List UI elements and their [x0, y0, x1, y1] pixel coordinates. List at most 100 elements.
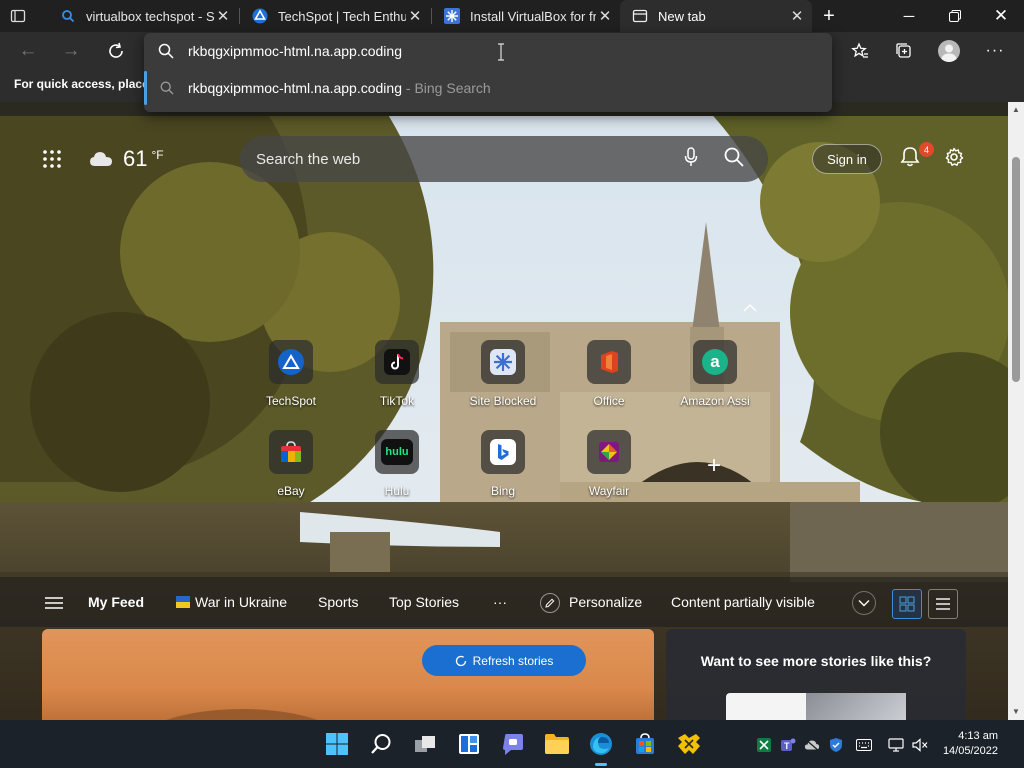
cloud-icon [90, 152, 112, 166]
tab-close-button[interactable]: ✕ [214, 7, 232, 25]
scroll-down-arrow[interactable]: ▼ [1008, 707, 1024, 716]
grid-layout-button[interactable] [892, 589, 922, 619]
feed-menu-button[interactable] [45, 596, 63, 610]
favorites-button[interactable] [843, 34, 877, 68]
add-quick-link-button[interactable]: + [702, 454, 726, 478]
refresh-icon [455, 655, 466, 666]
network-icon[interactable] [888, 737, 904, 753]
address-bar-dropdown: rkbqgxipmmoc-html.na.app.coding rkbqgxip… [144, 33, 832, 112]
quick-link-techspot[interactable]: TechSpot [245, 340, 337, 408]
search-icon [160, 81, 174, 95]
content-visibility-dropdown[interactable]: Content partially visible [671, 594, 815, 610]
microsoft-store-button[interactable] [629, 728, 661, 760]
tab-close-button[interactable]: ✕ [596, 7, 614, 25]
suggestion-source: - Bing Search [402, 80, 491, 96]
page-settings-button[interactable] [944, 147, 966, 169]
quick-link-hulu[interactable]: hulu Hulu [351, 430, 443, 498]
taskbar-search-button[interactable] [365, 728, 397, 760]
microphone-icon[interactable] [684, 146, 698, 172]
tray-teams-icon[interactable]: T [780, 737, 796, 753]
more-stories-card: Want to see more stories like this? [666, 629, 966, 720]
restore-button[interactable] [932, 0, 978, 32]
store-icon [636, 733, 654, 754]
volume-muted-icon[interactable] [912, 737, 928, 753]
arrow-left-icon: ← [18, 40, 38, 61]
weather-widget[interactable]: 61 °F [89, 144, 164, 174]
minimize-button[interactable]: ─ [886, 0, 932, 32]
hamburger-icon [45, 597, 63, 609]
app-launcher-button[interactable] [42, 149, 62, 169]
weather-unit: °F [151, 148, 164, 162]
quick-link-label: Office [593, 394, 625, 408]
close-window-button[interactable]: ✕ [978, 0, 1024, 32]
refresh-button[interactable] [99, 34, 133, 68]
quick-link-label: Hulu [384, 484, 410, 498]
tab-title: TechSpot | Tech Enthusi [278, 8, 406, 24]
pinned-app-button[interactable] [673, 728, 705, 760]
quick-link-bing[interactable]: Bing [457, 430, 549, 498]
tab-title: Install VirtualBox for fre [470, 8, 596, 24]
quick-link-wayfair[interactable]: Wayfair [563, 430, 655, 498]
content-visibility-chevron[interactable] [852, 591, 876, 615]
task-view-button[interactable] [409, 728, 441, 760]
tab-close-button[interactable]: ✕ [788, 7, 806, 25]
notifications-button[interactable]: 4 [900, 142, 934, 170]
list-view-icon [936, 598, 950, 610]
forward-button[interactable]: → [54, 34, 88, 68]
web-search-box[interactable]: Search the web [240, 136, 768, 182]
tab-close-button[interactable]: ✕ [406, 7, 424, 25]
collapse-quick-links-button[interactable] [742, 300, 760, 314]
tray-onedrive-icon[interactable] [804, 737, 820, 753]
scrollbar-thumb[interactable] [1012, 157, 1020, 382]
address-bar[interactable]: rkbqgxipmmoc-html.na.app.coding [144, 33, 832, 69]
tab-virtualbox-search[interactable]: virtualbox techspot - Se ✕ [48, 0, 238, 32]
back-button[interactable]: ← [11, 34, 45, 68]
start-button[interactable] [321, 728, 353, 760]
sign-in-button[interactable]: Sign in [812, 144, 882, 174]
quick-link-ebay[interactable]: eBay [245, 430, 337, 498]
address-bar-input[interactable]: rkbqgxipmmoc-html.na.app.coding [188, 43, 402, 59]
file-explorer-button[interactable] [541, 728, 573, 760]
list-layout-button[interactable] [928, 589, 958, 619]
tray-security-icon[interactable] [828, 737, 844, 753]
quick-link-tiktok[interactable]: TikTok [351, 340, 443, 408]
edge-taskbar-button[interactable] [585, 728, 617, 766]
search-icon [158, 43, 174, 59]
refresh-icon [109, 42, 123, 58]
page-scrollbar[interactable]: ▲ ▼ [1008, 102, 1024, 720]
feed-tab-top-stories[interactable]: Top Stories [389, 594, 459, 610]
chat-icon [503, 734, 523, 755]
tray-app-icon[interactable] [756, 737, 772, 753]
quick-link-label: TechSpot [265, 394, 317, 408]
scroll-up-arrow[interactable]: ▲ [1008, 105, 1024, 114]
feed-more-button[interactable]: ··· [493, 594, 507, 610]
collections-button[interactable] [887, 34, 921, 68]
new-tab-button[interactable]: + [818, 6, 840, 26]
tab-new-tab[interactable]: New tab ✕ [620, 0, 812, 32]
profile-avatar[interactable] [938, 40, 960, 62]
settings-more-button[interactable]: ··· [978, 34, 1012, 68]
quick-link-site-blocked[interactable]: Site Blocked [457, 340, 549, 408]
tab-techspot[interactable]: TechSpot | Tech Enthusi ✕ [240, 0, 430, 32]
keyboard-icon[interactable] [856, 737, 872, 753]
more-horizontal-icon: ··· [985, 42, 1005, 59]
teams-chat-button[interactable] [497, 728, 529, 760]
refresh-stories-button[interactable]: Refresh stories [422, 645, 586, 676]
feed-tab-my-feed[interactable]: My Feed [88, 594, 144, 610]
widgets-button[interactable] [453, 728, 485, 760]
search-suggestion[interactable]: rkbqgxipmmoc-html.na.app.coding - Bing S… [144, 71, 832, 105]
taskbar-clock[interactable]: 4:13 am 14/05/2022 [943, 729, 998, 759]
search-icon [371, 734, 391, 754]
quick-link-label: eBay [277, 484, 305, 498]
quick-link-amazon-assistant[interactable]: a Amazon Assi [669, 340, 761, 408]
close-icon: ✕ [993, 6, 1009, 25]
search-icon[interactable] [724, 147, 744, 172]
feed-tab-war-in-ukraine[interactable]: War in Ukraine [195, 594, 287, 610]
personalize-button[interactable]: Personalize [569, 594, 642, 610]
feed-tab-sports[interactable]: Sports [318, 594, 358, 610]
quick-link-office[interactable]: Office [563, 340, 655, 408]
tab-actions-button[interactable] [10, 8, 26, 24]
show-desktop-button[interactable] [1018, 720, 1024, 768]
tab-install-virtualbox[interactable]: Install VirtualBox for fre ✕ [432, 0, 620, 32]
active-app-indicator [595, 763, 607, 766]
